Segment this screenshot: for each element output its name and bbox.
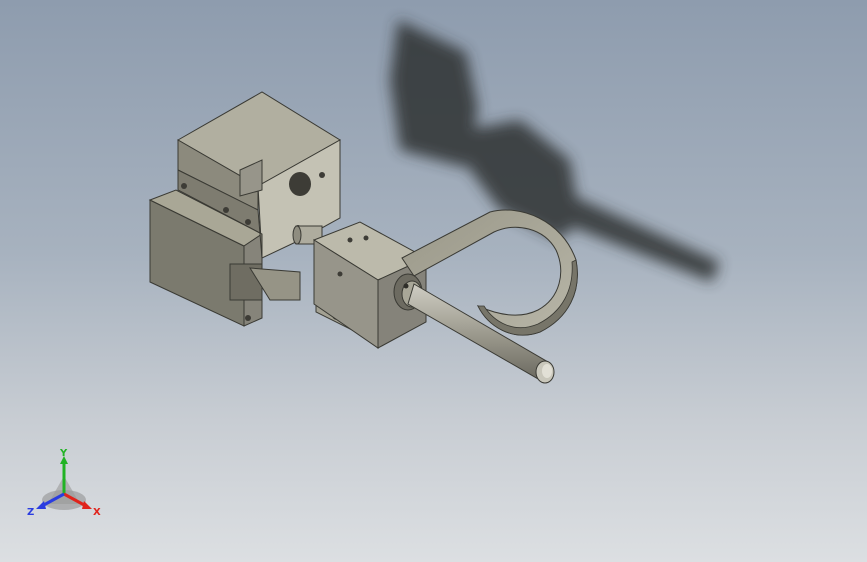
- view-orientation-triad: Y X Z: [22, 448, 106, 524]
- y-axis-label: Y: [59, 448, 68, 459]
- model-scene[interactable]: [0, 0, 867, 562]
- x-axis-label: X: [93, 507, 101, 518]
- z-axis-label: Z: [27, 507, 34, 518]
- curved-strip[interactable]: [401, 209, 578, 336]
- graphics-viewport[interactable]: Y X Z: [0, 0, 867, 562]
